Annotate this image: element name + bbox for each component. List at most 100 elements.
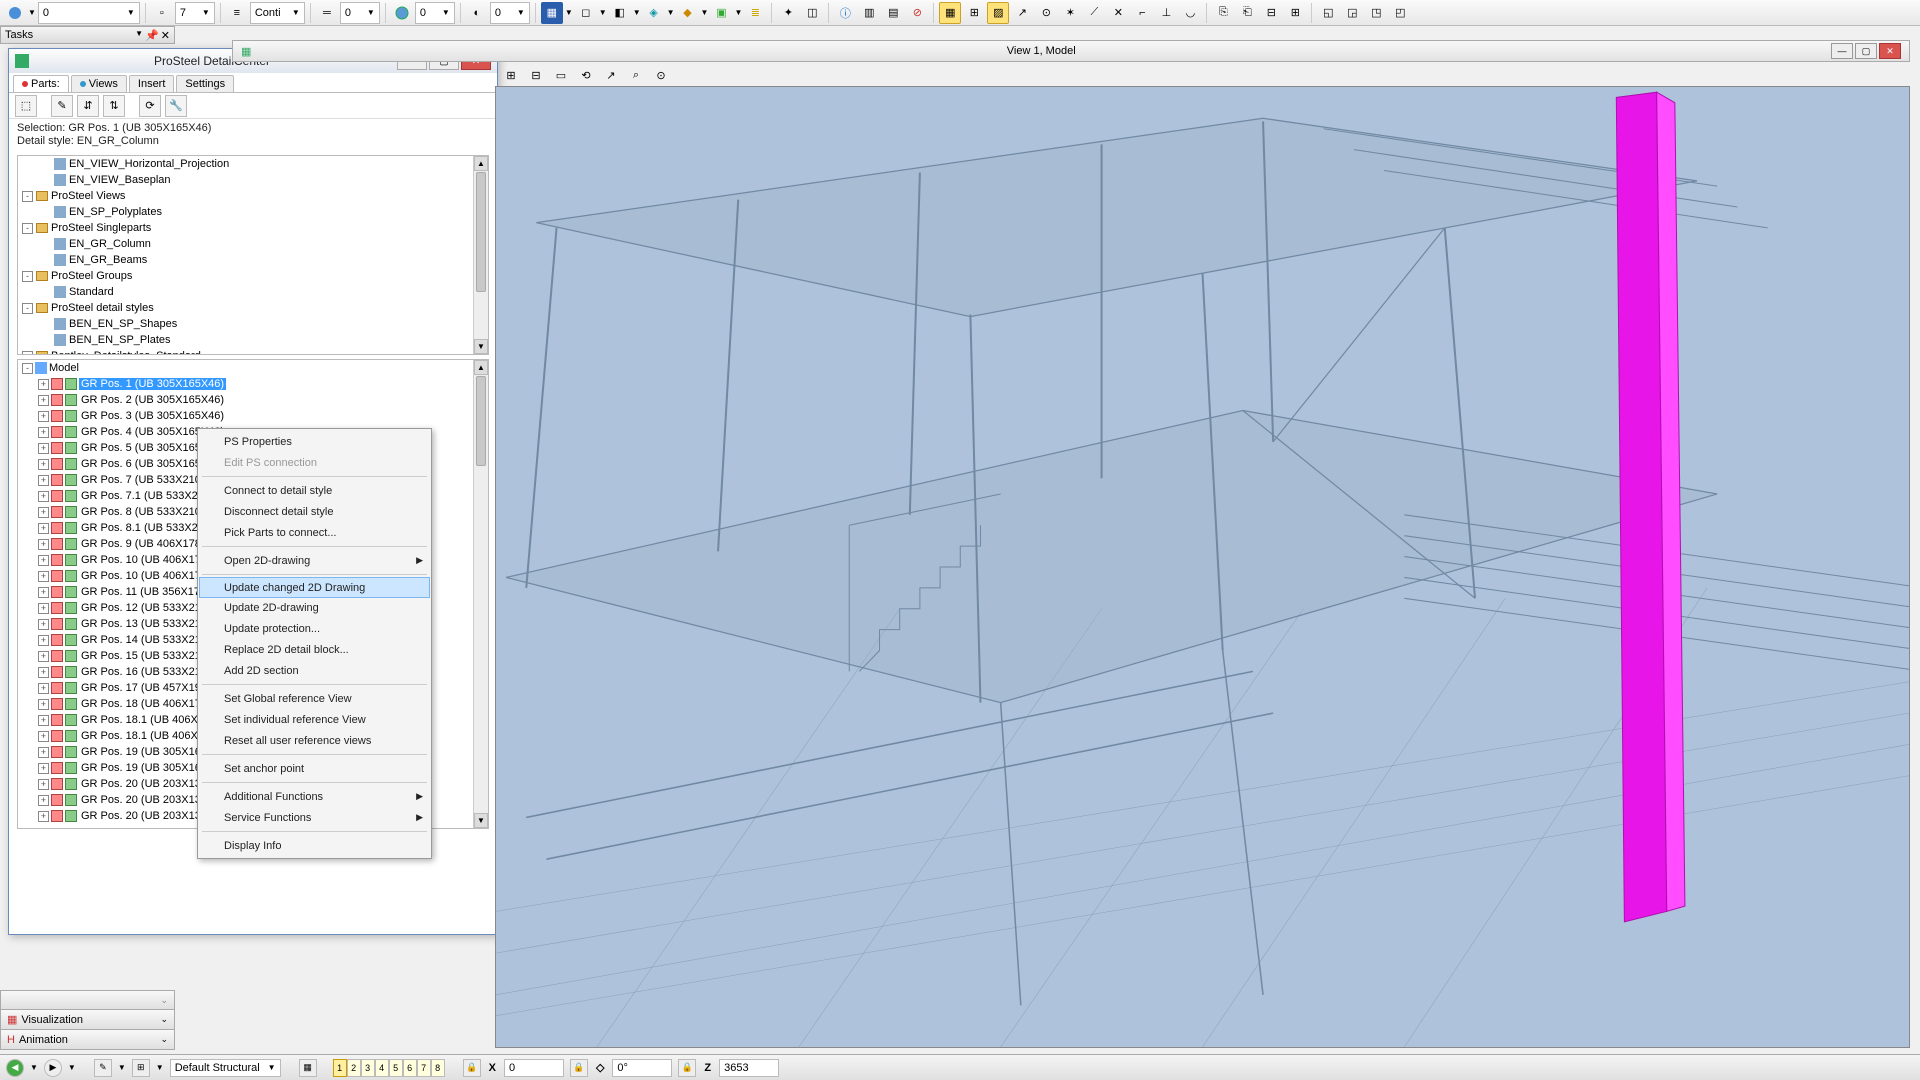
tree-row[interactable]: Standard [18,284,488,300]
expand-icon[interactable]: + [38,507,49,518]
nav-back-icon[interactable]: ◀ [6,1059,24,1077]
tree-row[interactable]: BEN_EN_SP_Shapes [18,316,488,332]
sb-lock3-icon[interactable]: 🔒 [678,1059,696,1077]
tool-11-icon[interactable]: ▤ [882,2,904,24]
tab-parts[interactable]: Parts: [13,75,69,92]
scroll-thumb[interactable] [476,172,486,292]
menu-item[interactable]: Service Functions▶ [200,807,429,828]
sb-lock2-icon[interactable]: 🔒 [570,1059,588,1077]
info-icon[interactable]: ⓘ [834,2,856,24]
vt-04-icon[interactable]: ⟲ [575,64,597,86]
vt-06-icon[interactable]: ⌕ [625,64,647,86]
sb-tool-01-icon[interactable]: ✎ [94,1059,112,1077]
rot-value-field[interactable]: 0° [612,1059,672,1077]
expand-icon[interactable]: + [38,699,49,710]
tree-row[interactable]: -Bentley_Detailstyles_Standard [18,348,488,355]
expand-icon[interactable]: - [22,303,33,314]
view-01-icon[interactable]: ⎘ [1212,2,1234,24]
scroll-up-icon[interactable]: ▲ [474,360,488,375]
expand-icon[interactable]: + [38,411,49,422]
expand-icon[interactable]: + [38,795,49,806]
menu-item[interactable]: Update protection... [200,618,429,639]
expand-icon[interactable]: - [22,271,33,282]
sb-lock-icon[interactable]: 🔒 [463,1059,481,1077]
expand-icon[interactable]: + [38,731,49,742]
layer-dropdown[interactable]: ▼ [38,2,140,24]
view-05-icon[interactable]: ◱ [1317,2,1339,24]
expand-icon[interactable]: + [38,715,49,726]
expand-icon[interactable]: + [38,427,49,438]
style-tree[interactable]: EN_VIEW_Horizontal_ProjectionEN_VIEW_Bas… [17,155,489,355]
spin1[interactable]: 7▼ [175,2,215,24]
chevron-down-icon[interactable]: ▼ [28,8,36,17]
globe-icon[interactable] [391,2,413,24]
tasks-pin-icon[interactable]: 📌 [145,29,159,42]
acc-animation[interactable]: HAnimation⌄ [0,1030,175,1050]
expand-icon[interactable]: - [22,351,33,356]
vt-03-icon[interactable]: ▭ [550,64,572,86]
expand-icon[interactable]: + [38,379,49,390]
menu-item[interactable]: Open 2D-drawing▶ [200,550,429,571]
menu-item[interactable]: Pick Parts to connect... [200,522,429,543]
new-doc-icon[interactable]: ▫ [151,2,173,24]
expand-icon[interactable]: + [38,523,49,534]
tree-row[interactable]: -ProSteel Singleparts [18,220,488,236]
expand-icon[interactable]: + [38,491,49,502]
expand-icon[interactable]: + [38,683,49,694]
view-08-icon[interactable]: ◰ [1389,2,1411,24]
spin3[interactable]: 0▼ [415,2,455,24]
transparency-icon[interactable]: ◐ [466,2,488,24]
tree-row[interactable]: EN_GR_Beams [18,252,488,268]
tree-scrollbar[interactable]: ▲ ▼ [473,156,488,354]
tool-10-icon[interactable]: ▥ [858,2,880,24]
tree-row[interactable]: EN_SP_Polyplates [18,204,488,220]
menu-item[interactable]: Set individual reference View [200,709,429,730]
tool-02-icon[interactable]: ◻ [575,2,597,24]
tree-row[interactable]: BEN_EN_SP_Plates [18,332,488,348]
dct-03-icon[interactable]: ⇅ [103,95,125,117]
model-item-row[interactable]: +GR Pos. 1 (UB 305X165X46) [18,376,488,392]
vp-minimize-button[interactable]: — [1831,43,1853,59]
view-number-8[interactable]: 8 [431,1059,445,1077]
view-number-2[interactable]: 2 [347,1059,361,1077]
expand-icon[interactable]: - [22,363,33,374]
nav-fwd-icon[interactable]: ▶ [44,1059,62,1077]
linestyle-icon[interactable]: ≡ [226,2,248,24]
dct-pick-icon[interactable]: ⬚ [15,95,37,117]
sb-tool-02-icon[interactable]: ⊞ [132,1059,150,1077]
expand-icon[interactable]: + [38,571,49,582]
dct-wrench-icon[interactable]: 🔧 [165,95,187,117]
menu-item[interactable]: Connect to detail style [200,480,429,501]
vt-05-icon[interactable]: ↗ [600,64,622,86]
tree-row[interactable]: EN_VIEW_Baseplan [18,172,488,188]
view-number-4[interactable]: 4 [375,1059,389,1077]
layer-value-input[interactable] [43,7,123,19]
view-number-7[interactable]: 7 [417,1059,431,1077]
menu-item[interactable]: Update 2D-drawing [200,597,429,618]
vp-close-button[interactable]: ✕ [1879,43,1901,59]
sb-grid-icon[interactable]: ▦ [299,1059,317,1077]
tool-03-icon[interactable]: ◧ [609,2,631,24]
expand-icon[interactable]: + [38,763,49,774]
scroll-thumb[interactable] [476,376,486,466]
app-menu-icon[interactable] [4,2,26,24]
spin4[interactable]: 0▼ [490,2,530,24]
z-value-field[interactable]: 3653 [719,1059,779,1077]
vt-01-icon[interactable]: ⊞ [500,64,522,86]
view-number-5[interactable]: 5 [389,1059,403,1077]
dct-refresh-icon[interactable]: ⟳ [139,95,161,117]
model-scrollbar[interactable]: ▲ ▼ [473,360,488,828]
expand-icon[interactable]: + [38,587,49,598]
tool-05-icon[interactable]: ◆ [677,2,699,24]
expand-icon[interactable]: + [38,619,49,630]
tool-07-icon[interactable]: ≣ [744,2,766,24]
view-number-3[interactable]: 3 [361,1059,375,1077]
expand-icon[interactable]: + [38,651,49,662]
snap-09-icon[interactable]: ⌐ [1131,2,1153,24]
menu-item[interactable]: Set anchor point [200,758,429,779]
expand-icon[interactable]: + [38,667,49,678]
snap-center-icon[interactable]: ⊙ [1035,2,1057,24]
vt-07-icon[interactable]: ⊙ [650,64,672,86]
menu-item[interactable]: Add 2D section [200,660,429,681]
menu-item[interactable]: Replace 2D detail block... [200,639,429,660]
